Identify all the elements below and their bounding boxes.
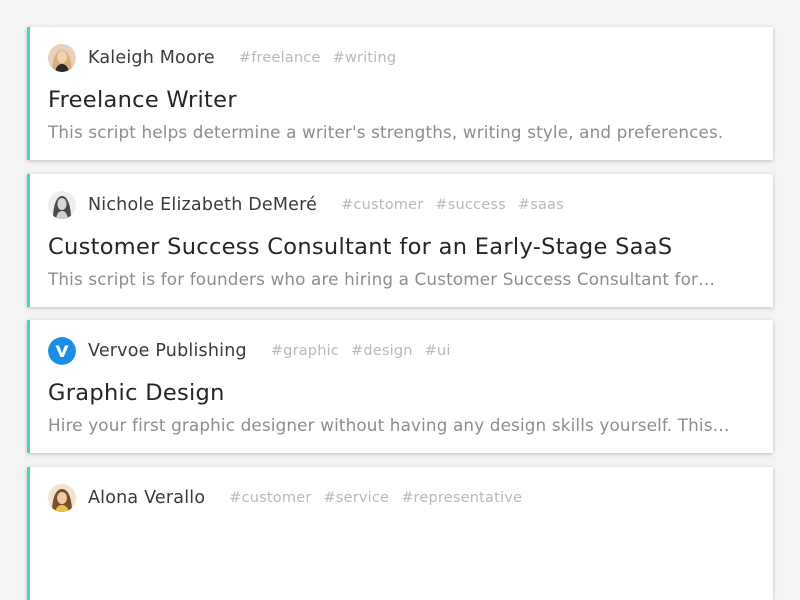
tag-list: #customer #success #saas: [341, 197, 576, 213]
card-title[interactable]: Freelance Writer: [48, 87, 237, 113]
tag-list: #customer #service #representative: [229, 490, 534, 506]
author-avatar: [48, 44, 76, 72]
tag[interactable]: #ui: [425, 343, 451, 359]
vervoe-logo-icon: [48, 337, 76, 365]
tag[interactable]: #service: [323, 490, 389, 506]
script-card[interactable]: Nichole Elizabeth DeMeré #customer #succ…: [27, 174, 773, 307]
author-name[interactable]: Kaleigh Moore: [88, 48, 215, 68]
script-list: Kaleigh Moore #freelance #writing Freela…: [0, 0, 800, 600]
card-title[interactable]: Customer Success Consultant for an Early…: [48, 234, 672, 260]
card-meta: Kaleigh Moore #freelance #writing: [48, 42, 408, 74]
tag[interactable]: #writing: [333, 50, 397, 66]
card-description: This script is for founders who are hiri…: [48, 269, 716, 289]
tag[interactable]: #design: [351, 343, 413, 359]
author-name[interactable]: Nichole Elizabeth DeMeré: [88, 195, 317, 215]
tag[interactable]: #graphic: [271, 343, 339, 359]
author-name[interactable]: Alona Verallo: [88, 488, 205, 508]
tag[interactable]: #representative: [401, 490, 522, 506]
tag-list: #graphic #design #ui: [271, 343, 463, 359]
card-meta: Vervoe Publishing #graphic #design #ui: [48, 335, 463, 367]
tag[interactable]: #freelance: [239, 50, 321, 66]
script-card[interactable]: Kaleigh Moore #freelance #writing Freela…: [27, 27, 773, 160]
card-description: Hire your first graphic designer without…: [48, 415, 730, 435]
script-card[interactable]: Alona Verallo #customer #service #repres…: [27, 467, 773, 600]
tag[interactable]: #customer: [229, 490, 311, 506]
script-card[interactable]: Vervoe Publishing #graphic #design #ui G…: [27, 320, 773, 453]
tag[interactable]: #customer: [341, 197, 423, 213]
author-avatar: [48, 484, 76, 512]
tag-list: #freelance #writing: [239, 50, 408, 66]
card-meta: Nichole Elizabeth DeMeré #customer #succ…: [48, 189, 576, 221]
card-title[interactable]: Graphic Design: [48, 380, 225, 406]
author-name[interactable]: Vervoe Publishing: [88, 341, 247, 361]
tag[interactable]: #saas: [518, 197, 564, 213]
card-description: This script helps determine a writer's s…: [48, 122, 724, 142]
card-meta: Alona Verallo #customer #service #repres…: [48, 482, 534, 514]
author-avatar: [48, 191, 76, 219]
tag[interactable]: #success: [435, 197, 505, 213]
